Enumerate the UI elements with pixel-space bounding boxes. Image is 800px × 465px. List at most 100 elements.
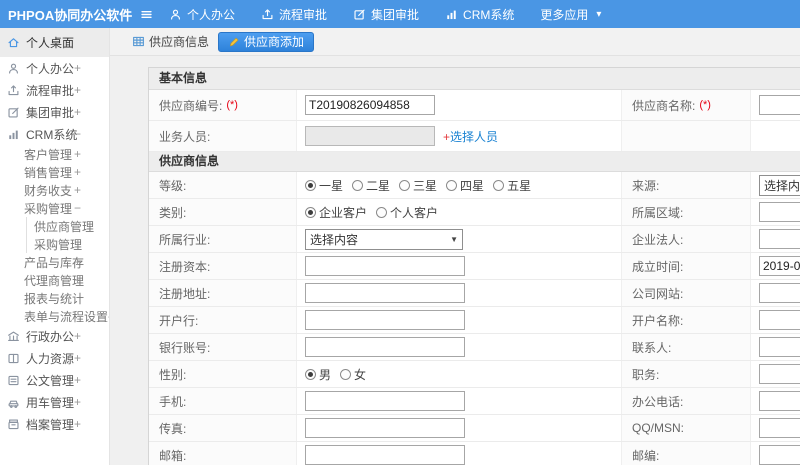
expand-icon[interactable]: +: [74, 61, 81, 75]
fax-input[interactable]: [305, 418, 465, 438]
contact-person-input[interactable]: [759, 337, 800, 357]
expand-icon[interactable]: +: [74, 165, 81, 179]
main-content: 供应商信息供应商添加 基本信息供应商编号:(*)供应商名称:(*)业务人员:+选…: [110, 28, 800, 465]
sidebar-item-form-flow-settings[interactable]: 表单与流程设置+: [0, 307, 109, 325]
sidebar-item-finance-inout[interactable]: 财务收支 +: [0, 181, 109, 199]
position-field: [751, 361, 800, 387]
expand-icon[interactable]: +: [74, 147, 81, 161]
source-label: 来源:: [622, 172, 751, 198]
expand-icon[interactable]: +: [74, 373, 81, 387]
founding-date-input[interactable]: [759, 256, 800, 276]
sidebar-item-workflow-approval[interactable]: 流程审批 +: [0, 79, 109, 101]
office-phone-input[interactable]: [759, 391, 800, 411]
company-website-label: 公司网站:: [622, 280, 751, 306]
chart-icon: [9, 130, 18, 139]
category-option[interactable]: 个人客户: [376, 204, 438, 221]
radio-selected-icon[interactable]: [305, 179, 316, 191]
expand-icon[interactable]: +: [74, 105, 81, 119]
business-staff-input[interactable]: [305, 126, 435, 146]
expand-icon[interactable]: +: [74, 417, 81, 431]
expand-icon[interactable]: +: [74, 273, 81, 287]
nav-label: 更多应用: [540, 7, 589, 22]
nav-group-approval[interactable]: 集团审批: [353, 6, 419, 23]
company-website-input[interactable]: [759, 283, 800, 303]
nav-crm-system[interactable]: CRM系统: [445, 6, 514, 23]
radio-unselected-icon[interactable]: [446, 179, 458, 191]
source-select[interactable]: 选择内容▼: [759, 174, 800, 196]
sidebar-item-archive-mgmt[interactable]: 档案管理 +: [0, 413, 109, 435]
business-staff-field: +选择人员: [297, 121, 622, 151]
supplier-code-label: 供应商编号: (*): [149, 90, 297, 120]
registered-capital-input[interactable]: [305, 256, 465, 276]
supplier-code-input[interactable]: [305, 95, 435, 115]
nav-workflow-approval[interactable]: 流程审批: [261, 6, 327, 23]
radio-unselected-icon[interactable]: [493, 179, 505, 191]
bank-branch-input[interactable]: [305, 310, 465, 330]
collapse-icon[interactable]: −: [74, 127, 81, 141]
app-window: PHPOA协同办公软件 个人办公 流程审批 集团审批 CRM系统 更多应用 ▾ 个人桌面个…: [0, 0, 800, 465]
radio-unselected-icon[interactable]: [340, 368, 352, 380]
supplier-name-input[interactable]: [759, 95, 800, 115]
sidebar-item-human-resources[interactable]: 人力资源 +: [0, 347, 109, 369]
nav-label: 流程审批: [279, 7, 328, 22]
sidebar-item-group-approval[interactable]: 集团审批 +: [0, 101, 109, 123]
sidebar-item-label: 客户管理: [24, 147, 73, 162]
sidebar-item-sales-mgmt[interactable]: 销售管理 +: [0, 163, 109, 181]
zip-code-input[interactable]: [759, 445, 800, 465]
sidebar-item-purchasing-mgmt[interactable]: 采购管理: [0, 235, 109, 253]
radio-selected-icon[interactable]: [305, 206, 316, 218]
choose-staff-link[interactable]: +选择人员: [443, 128, 498, 145]
sidebar-item-reports-stats[interactable]: 报表与统计: [0, 289, 109, 307]
sidebar-item-agent-mgmt[interactable]: 代理商管理 +: [0, 271, 109, 289]
nav-personal-office[interactable]: 个人办公: [169, 6, 235, 23]
collapse-icon[interactable]: −: [74, 201, 81, 215]
expand-icon[interactable]: +: [74, 395, 81, 409]
form-row: 注册资本: 成立时间:: [149, 253, 800, 280]
sidebar-item-customer-mgmt[interactable]: 客户管理 +: [0, 145, 109, 163]
email-input[interactable]: [305, 445, 465, 465]
legal-person-input[interactable]: [759, 229, 800, 249]
sidebar-item-admin-office[interactable]: 行政办公 +: [0, 325, 109, 347]
radio-unselected-icon[interactable]: [399, 179, 411, 191]
position-input[interactable]: [759, 364, 800, 384]
expand-icon[interactable]: +: [74, 351, 81, 365]
expand-icon[interactable]: +: [74, 183, 81, 197]
radio-selected-icon[interactable]: [305, 368, 316, 380]
sidebar-item-personal-desktop[interactable]: 个人桌面: [0, 28, 109, 57]
pencil-icon: [229, 37, 239, 46]
tab-supplier-info[interactable]: 供应商信息: [132, 33, 209, 50]
star-level-option[interactable]: 三星: [399, 177, 437, 194]
sidebar-item-supplier-mgmt[interactable]: 供应商管理: [0, 217, 109, 235]
nav-more-apps[interactable]: 更多应用 ▾: [540, 6, 601, 23]
qq-msn-input[interactable]: [759, 418, 800, 438]
account-name-input[interactable]: [759, 310, 800, 330]
sidebar-item-vehicle-mgmt[interactable]: 用车管理 +: [0, 391, 109, 413]
gender-option[interactable]: 女: [340, 366, 366, 383]
region-input[interactable]: [759, 202, 800, 222]
sidebar-item-crm-system[interactable]: CRM系统 −: [0, 123, 109, 145]
star-level-option[interactable]: 四星: [446, 177, 484, 194]
star-level-option[interactable]: 一星: [305, 177, 343, 194]
sidebar-item-purchase-mgmt[interactable]: 采购管理 −: [0, 199, 109, 217]
hamburger-menu-icon[interactable]: [140, 8, 153, 21]
gender-radio-group: 男女: [305, 366, 375, 383]
mobile-input[interactable]: [305, 391, 465, 411]
industry-select[interactable]: 选择内容 ▼: [305, 228, 463, 250]
tab-bar: 供应商信息 供应商添加: [110, 28, 800, 56]
sidebar-item-product-inventory[interactable]: 产品与库存 +: [0, 253, 109, 271]
star-level-option[interactable]: 五星: [493, 177, 531, 194]
sidebar-item-document-mgmt[interactable]: 公文管理 +: [0, 369, 109, 391]
gender-option[interactable]: 男: [305, 366, 331, 383]
star-level-option[interactable]: 二星: [352, 177, 390, 194]
bank-account-input[interactable]: [305, 337, 465, 357]
expand-icon[interactable]: +: [74, 83, 81, 97]
radio-unselected-icon[interactable]: [376, 206, 388, 218]
expand-icon[interactable]: +: [74, 255, 81, 269]
category-option[interactable]: 企业客户: [305, 204, 367, 221]
sidebar-item-personal-office[interactable]: 个人办公 +: [0, 57, 109, 79]
registered-address-input[interactable]: [305, 283, 465, 303]
expand-icon[interactable]: +: [74, 329, 81, 343]
tab-supplier-add[interactable]: 供应商添加: [218, 31, 315, 52]
car-icon: [8, 400, 19, 408]
radio-unselected-icon[interactable]: [352, 179, 364, 191]
